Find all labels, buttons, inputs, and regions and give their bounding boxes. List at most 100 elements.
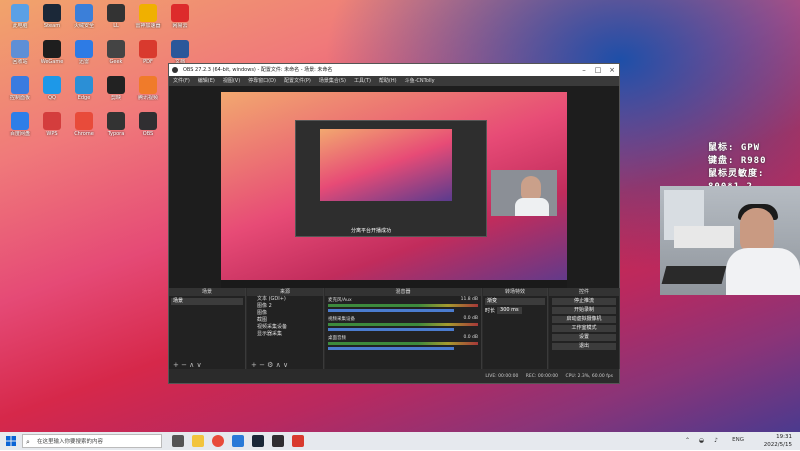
menu-item[interactable]: 帮助(H): [379, 76, 397, 86]
app-icon: [11, 76, 29, 94]
clock[interactable]: 19:31 2022/5/15: [764, 433, 792, 451]
control-button[interactable]: 退出: [552, 343, 616, 350]
desktop-icon[interactable]: WPS: [36, 112, 68, 137]
mixer-channel: 桌面音频 0.0 dB: [328, 335, 478, 350]
duration-input[interactable]: 300 ms: [497, 307, 522, 314]
vscode-icon[interactable]: [232, 435, 244, 447]
desktop-icon[interactable]: WeGame: [36, 40, 68, 65]
control-button[interactable]: 设置: [552, 334, 616, 341]
desktop-icon[interactable]: 文档: [164, 40, 196, 65]
desktop-icon[interactable]: Edge: [68, 76, 100, 101]
app-icon: [75, 76, 93, 94]
menu-item[interactable]: 场景集合(S): [319, 76, 346, 86]
scenes-dock: 场景 场景 + − ∧ ∨: [169, 288, 246, 369]
control-button[interactable]: 开始录制: [552, 307, 616, 314]
scene-item[interactable]: 场景: [171, 298, 243, 305]
app-icon: [139, 76, 157, 94]
desktop-icon[interactable]: 回收站: [4, 40, 36, 65]
obs-titlebar[interactable]: OBS 27.2.3 (64-bit, windows) - 配置文件: 未命名…: [169, 64, 619, 76]
minimize-icon[interactable]: –: [577, 64, 591, 76]
ime-indicator[interactable]: ENG: [732, 437, 744, 443]
desktop-icon[interactable]: PDF: [132, 40, 164, 65]
app-icon: [75, 4, 93, 22]
network-icon[interactable]: ◒: [699, 437, 704, 444]
obs-window[interactable]: OBS 27.2.3 (64-bit, windows) - 配置文件: 未命名…: [168, 63, 620, 384]
desktop-icon[interactable]: 火绒安全: [68, 4, 100, 29]
preview-webcam: [491, 170, 557, 216]
desktop-icon[interactable]: 百度网盘: [4, 112, 36, 137]
obs-taskbar-icon[interactable]: [272, 435, 284, 447]
sources-header: 来源: [247, 288, 323, 296]
live-status: LIVE: 00:00:00: [485, 374, 519, 379]
desktop-icon[interactable]: LL: [100, 4, 132, 29]
desktop-icon[interactable]: 网易云: [164, 4, 196, 29]
desktop-icon-label: 迅雷: [78, 59, 89, 65]
channel-db: 0.0 dB: [463, 335, 478, 340]
source-item[interactable]: 显示器采集: [247, 331, 323, 338]
desktop-icon[interactable]: 剪映: [100, 76, 132, 101]
desktop-icon[interactable]: OBS: [132, 112, 164, 137]
tray-chevron-icon[interactable]: ⌃: [685, 437, 690, 444]
app-taskbar-icon[interactable]: [292, 435, 304, 447]
sources-toolbar[interactable]: + − ⚙ ∧ ∨: [247, 361, 327, 369]
desktop-icon[interactable]: 腾讯视频: [132, 76, 164, 101]
source-item[interactable]: 图像 2: [247, 303, 323, 310]
volume-fader[interactable]: [328, 347, 454, 350]
close-icon[interactable]: ×: [605, 64, 619, 76]
controls-buttons: 停止推流开始录制启动虚拟摄像机 工作室模式设置退出: [549, 298, 619, 350]
source-item[interactable]: 视频采集设备: [247, 324, 323, 331]
desktop-icon-label: 剪映: [110, 95, 121, 101]
menu-item[interactable]: 配置文件(P): [284, 76, 311, 86]
steam-icon[interactable]: [252, 435, 264, 447]
app-icon: [139, 112, 157, 130]
menu-item[interactable]: 编辑(E): [198, 76, 215, 86]
transition-select[interactable]: 渐变: [485, 298, 545, 305]
source-item[interactable]: 图像: [247, 310, 323, 317]
obs-preview[interactable]: 分离平台开播成功: [169, 86, 619, 296]
menu-item[interactable]: 工具(T): [354, 76, 371, 86]
control-button[interactable]: 启动虚拟摄像机: [552, 316, 616, 323]
channel-db: 11.8 dB: [460, 297, 478, 302]
sources-dock: 来源 文本 (GDI+) 图像 2 图像 截图 视频采集设备 显示器采集 + − ⚙ ∧ …: [247, 288, 324, 369]
mixer-channel: 麦克风/Aux 11.8 dB: [328, 297, 478, 312]
mixer-header: 混音器: [325, 288, 481, 296]
menu-item[interactable]: 停靠窗口(D): [248, 76, 276, 86]
file-explorer-icon[interactable]: [192, 435, 204, 447]
hud-mouse: 鼠标: GPW: [708, 143, 761, 153]
channel-name: 视频采集设备: [328, 317, 355, 322]
volume-icon[interactable]: ♪: [714, 437, 718, 444]
menu-item[interactable]: 文件(F): [173, 76, 190, 86]
app-icon: [11, 112, 29, 130]
taskbar-search-box[interactable]: ⌕ 在这里输入你要搜索的内容: [22, 434, 162, 448]
windows-taskbar: ⌕ 在这里输入你要搜索的内容 ⌃ ◒ ♪ ENG 19:31 2022/5/15: [0, 432, 800, 450]
desktop-icon[interactable]: 此电脑: [4, 4, 36, 29]
desktop-icon-label: WeGame: [40, 59, 64, 65]
preview-nested-obs: [295, 120, 487, 237]
windows-start-icon[interactable]: [6, 436, 16, 446]
chrome-icon[interactable]: [212, 435, 224, 447]
control-button[interactable]: 工作室模式: [552, 325, 616, 332]
source-item[interactable]: 截图: [247, 317, 323, 324]
control-button[interactable]: 停止推流: [552, 298, 616, 305]
scenes-toolbar[interactable]: + − ∧ ∨: [169, 361, 249, 369]
desktop-icon[interactable]: Chrome: [68, 112, 100, 137]
desktop-icon[interactable]: Geek: [100, 40, 132, 65]
app-icon: [107, 76, 125, 94]
desktop-icon-label: 火绒安全: [73, 23, 94, 29]
desktop-icon[interactable]: 控制面板: [4, 76, 36, 101]
menu-item[interactable]: 视图(V): [223, 76, 240, 86]
volume-fader[interactable]: [328, 309, 454, 312]
volume-fader[interactable]: [328, 328, 454, 331]
desktop-icon-label: 网易云: [172, 23, 188, 29]
desktop-icon-label: 腾讯视频: [137, 95, 158, 101]
desktop-icon-label: Typora: [107, 131, 125, 137]
maximize-icon[interactable]: □: [591, 64, 605, 76]
task-view-icon[interactable]: [172, 435, 184, 447]
desktop-icon[interactable]: Steam: [36, 4, 68, 29]
source-item[interactable]: 文本 (GDI+): [247, 296, 323, 303]
desktop-icon[interactable]: Typora: [100, 112, 132, 137]
menu-item[interactable]: 斗鱼-CNTolly: [405, 76, 435, 86]
desktop-icon[interactable]: 雷神加速器: [132, 4, 164, 29]
desktop-icon[interactable]: QQ: [36, 76, 68, 101]
desktop-icon[interactable]: 迅雷: [68, 40, 100, 65]
